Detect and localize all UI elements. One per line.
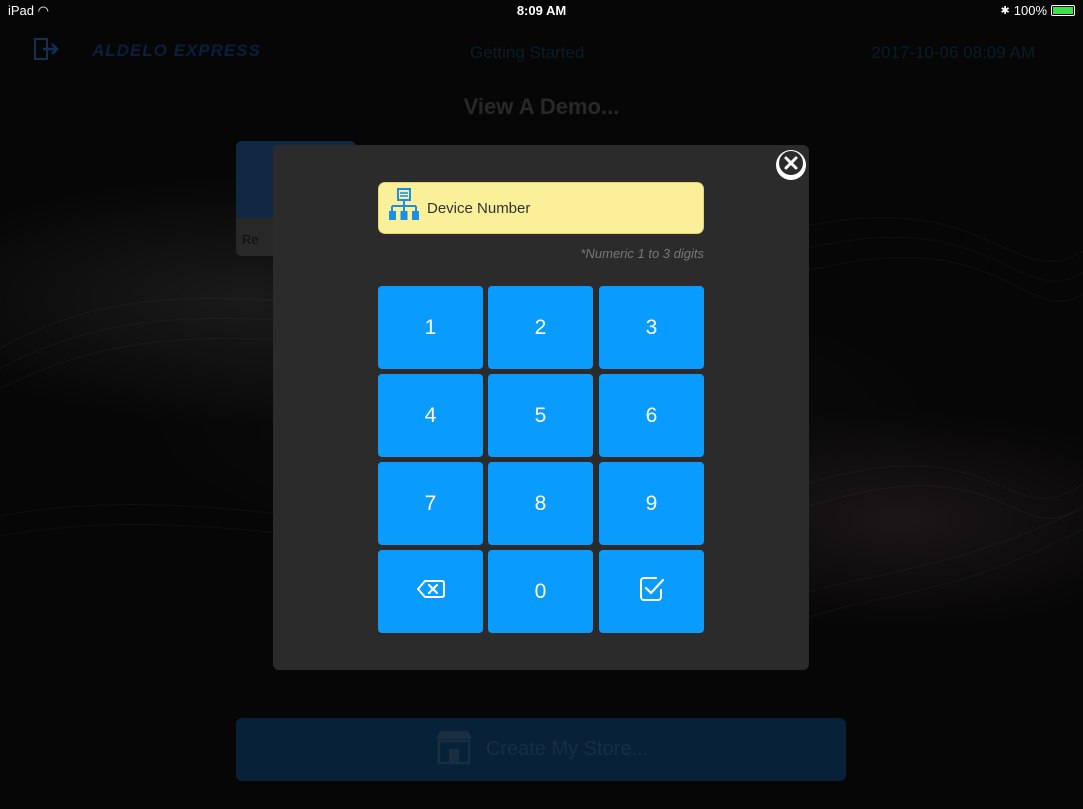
close-icon [776, 148, 806, 183]
confirm-button[interactable] [599, 550, 704, 633]
key-3[interactable]: 3 [599, 286, 704, 369]
status-right: ✱ 100% [1001, 3, 1075, 18]
backspace-icon [416, 579, 445, 605]
key-2[interactable]: 2 [488, 286, 593, 369]
input-hint: *Numeric 1 to 3 digits [580, 246, 704, 261]
status-bar: iPad ◠ 8:09 AM ✱ 100% [0, 0, 1083, 20]
device-number-label: Device Number [427, 199, 531, 217]
bluetooth-icon: ✱ [1000, 5, 1010, 17]
device-number-dialog: Device Number *Numeric 1 to 3 digits 1 2… [273, 145, 809, 670]
key-8[interactable]: 8 [488, 462, 593, 545]
key-1[interactable]: 1 [378, 286, 483, 369]
battery-icon [1051, 5, 1075, 16]
status-time: 8:09 AM [516, 3, 567, 18]
key-4[interactable]: 4 [378, 374, 483, 457]
key-5[interactable]: 5 [488, 374, 593, 457]
key-7[interactable]: 7 [378, 462, 483, 545]
key-9[interactable]: 9 [599, 462, 704, 545]
key-6[interactable]: 6 [599, 374, 704, 457]
close-button[interactable] [776, 150, 806, 180]
key-0[interactable]: 0 [488, 550, 593, 633]
device-number-field[interactable]: Device Number [378, 182, 704, 234]
network-icon [387, 187, 421, 229]
backspace-button[interactable] [378, 550, 483, 633]
checkbox-check-icon [639, 576, 665, 608]
battery-percent: 100% [1013, 3, 1047, 18]
